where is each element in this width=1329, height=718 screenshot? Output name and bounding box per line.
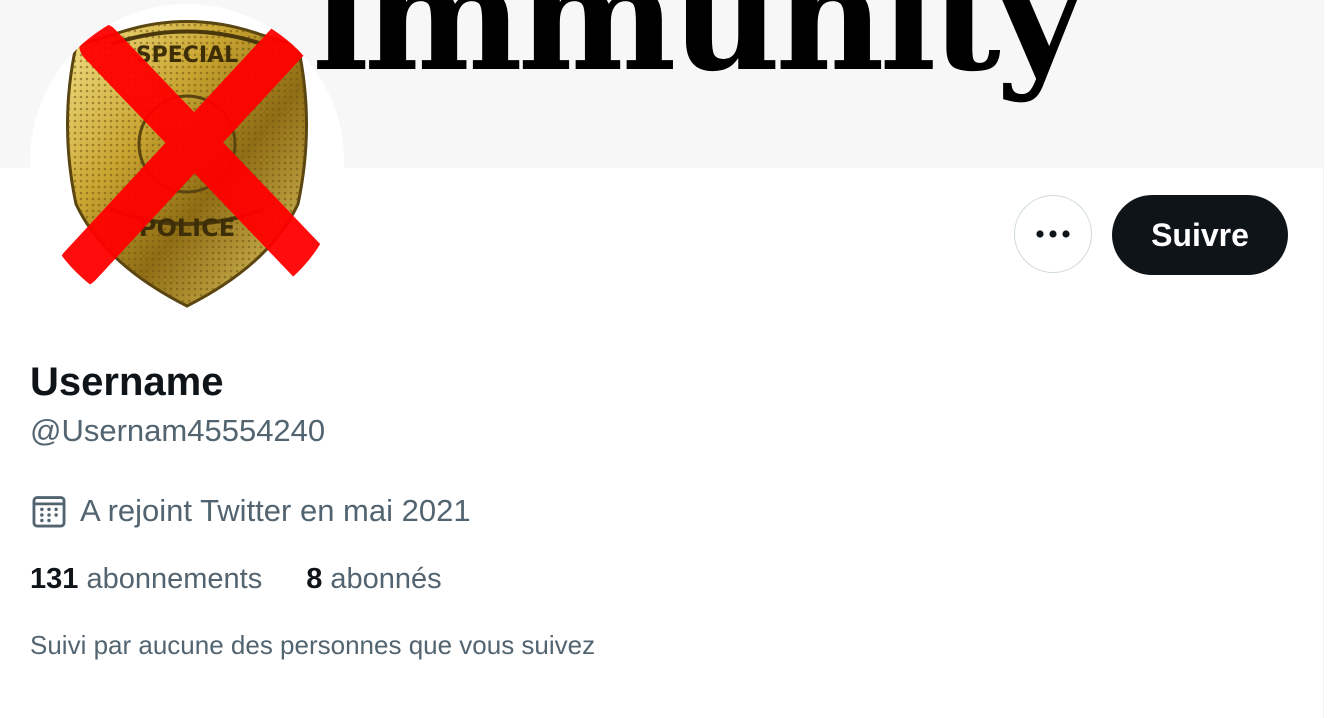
join-date: A rejoint Twitter en mai 2021 (30, 492, 471, 530)
more-options-button[interactable] (1014, 195, 1092, 273)
followers-count: 8 (306, 563, 323, 595)
profile-avatar[interactable]: SPECIAL POLICE (30, 4, 344, 318)
followed-by-text: Suivi par aucune des personnes que vous … (30, 630, 596, 660)
join-date-text: A rejoint Twitter en mai 2021 (80, 493, 471, 528)
more-horizontal-icon (1036, 230, 1070, 238)
profile-page: immunity SPECIAL POLICE Suivre Username … (0, 0, 1329, 718)
following-label: abonnements (86, 563, 263, 595)
following-link[interactable]: 131 abonnements (30, 562, 262, 597)
calendar-icon (32, 496, 66, 528)
followers-label: abonnés (330, 563, 442, 595)
avatar-badge-image: SPECIAL POLICE (59, 13, 336, 308)
followers-link[interactable]: 8 abonnés (306, 562, 441, 597)
profile-display-name: Username (30, 360, 224, 404)
svg-text:SPECIAL: SPECIAL (136, 43, 238, 68)
profile-handle: @Usernam45554240 (30, 413, 326, 448)
following-count: 131 (30, 563, 79, 595)
banner-text: immunity (312, 0, 1083, 105)
svg-text:POLICE: POLICE (139, 214, 235, 242)
follow-counts: 131 abonnements 8 abonnés (30, 562, 486, 597)
column-divider (1323, 0, 1324, 718)
follow-button[interactable]: Suivre (1112, 195, 1288, 275)
